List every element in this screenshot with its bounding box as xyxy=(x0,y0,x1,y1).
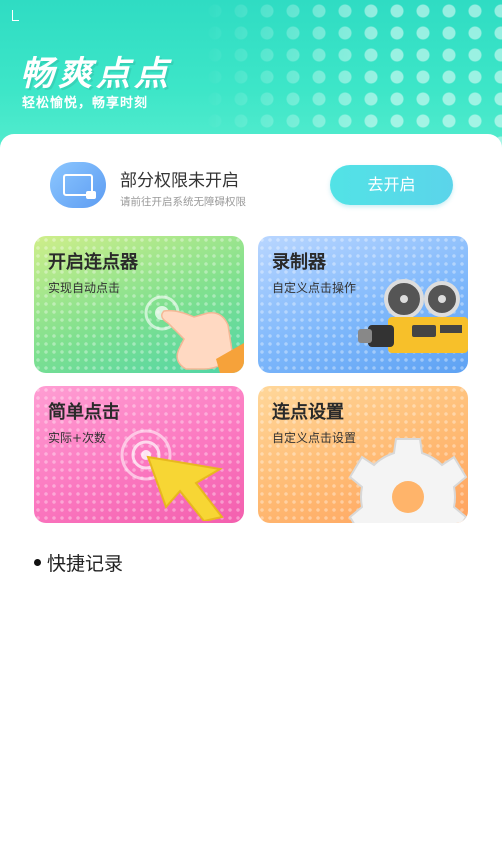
film-camera-icon xyxy=(358,279,468,353)
tile-title: 录制器 xyxy=(272,252,326,273)
tile-title: 开启连点器 xyxy=(48,252,138,273)
tile-title: 连点设置 xyxy=(272,402,344,423)
tile-click-settings[interactable]: 连点设置 自定义点击设置 xyxy=(258,386,468,523)
header-dot-pattern xyxy=(202,0,502,150)
bullet-dot xyxy=(34,559,41,566)
status-corner-mark xyxy=(12,10,19,21)
tile-title: 简单点击 xyxy=(48,402,120,423)
pointing-hand-icon xyxy=(144,295,244,373)
section-title: 快捷记录 xyxy=(47,553,124,575)
tile-subtitle: 实际+次数 xyxy=(48,431,107,445)
tile-simple-click[interactable]: 简单点击 实际+次数 xyxy=(34,386,244,523)
permission-description: 请前往开启系统无障碍权限 xyxy=(120,196,246,208)
cursor-arrow-icon xyxy=(120,429,224,521)
tile-auto-clicker[interactable]: 开启连点器 实现自动点击 xyxy=(34,236,244,373)
app-title: 畅爽点点 xyxy=(20,54,172,94)
app-subtitle: 轻松愉悦，畅享时刻 xyxy=(22,96,149,111)
gear-icon xyxy=(348,438,468,523)
tile-recorder[interactable]: 录制器 自定义点击操作 xyxy=(258,236,468,373)
tile-subtitle: 实现自动点击 xyxy=(48,281,121,295)
permission-card-icon xyxy=(50,162,106,208)
quick-records-heading: 快捷记录 xyxy=(34,549,123,576)
enable-permission-button[interactable]: 去开启 xyxy=(330,165,453,205)
tile-subtitle: 自定义点击操作 xyxy=(272,281,357,295)
tile-subtitle: 自定义点击设置 xyxy=(272,431,357,445)
permission-title: 部分权限未开启 xyxy=(120,171,239,191)
